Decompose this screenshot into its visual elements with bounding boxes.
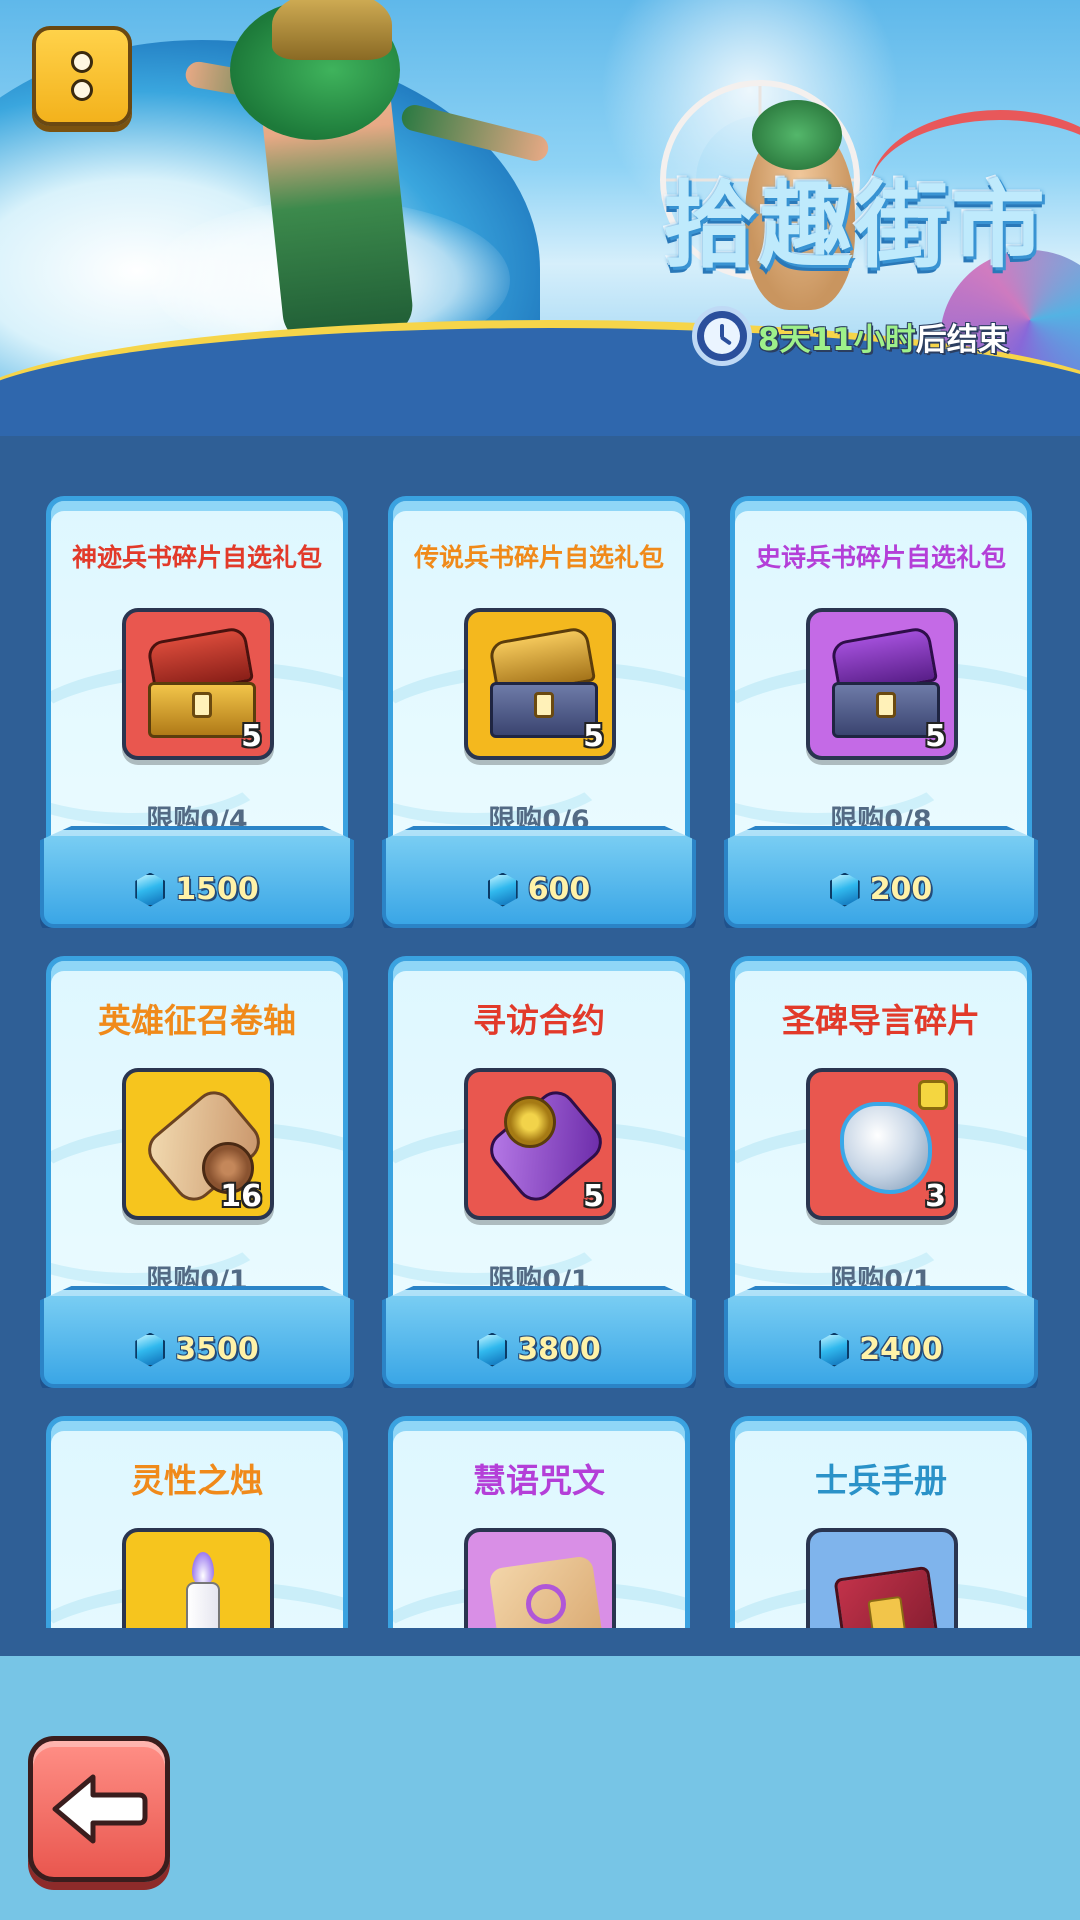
price-display[interactable]: 200 <box>724 872 1038 907</box>
item-name: 圣碑导言碎片 <box>782 1001 980 1040</box>
candle-flame <box>192 1552 214 1586</box>
chest-lock <box>534 692 554 718</box>
diamond-gem-icon <box>135 1332 166 1367</box>
price-display[interactable]: 3800 <box>382 1332 696 1367</box>
item-name: 寻访合约 <box>473 1001 605 1040</box>
diamond-gem-icon <box>487 872 518 907</box>
diamond-gem-icon <box>819 1332 850 1367</box>
item-quantity: 5 <box>583 1179 604 1214</box>
contract-seal <box>504 1096 556 1148</box>
item-name: 英雄征召卷轴 <box>98 1001 296 1040</box>
price-display[interactable]: 1500 <box>40 872 354 907</box>
event-banner: 拾趣街市 8天11小时后结束 <box>0 0 1080 440</box>
shop-item-card[interactable]: 传说兵书碎片自选礼包 5 限购0/6 600 <box>382 496 696 928</box>
manual-book-icon <box>806 1528 958 1628</box>
shop-item-card[interactable]: 寻访合约 5 限购0/1 3800 <box>382 956 696 1388</box>
item-price: 3800 <box>517 1332 601 1367</box>
item-price: 200 <box>869 872 933 907</box>
shop-grid[interactable]: 神迹兵书碎片自选礼包 5 限购0/4 1500 传说兵书碎片自选礼包 5 限购0… <box>0 436 1080 1628</box>
item-name: 慧语咒文 <box>473 1461 605 1500</box>
puzzle-piece-icon <box>918 1080 948 1110</box>
menu-dots-icon <box>71 51 93 73</box>
shop-item-card[interactable]: 神迹兵书碎片自选礼包 5 限购0/4 1500 <box>40 496 354 928</box>
hero-helmet <box>272 0 392 60</box>
item-name: 灵性之烛 <box>131 1461 263 1500</box>
spell-rune <box>526 1584 566 1624</box>
item-price: 600 <box>527 872 591 907</box>
chest-lock <box>876 692 896 718</box>
price-display[interactable]: 3500 <box>40 1332 354 1367</box>
rune-stone-icon: 3 <box>806 1068 958 1220</box>
timer-text: 8天11小时后结束 <box>758 314 1009 359</box>
item-price: 3500 <box>175 1332 259 1367</box>
contract-scroll-icon: 5 <box>464 1068 616 1220</box>
gold-chest-icon: 5 <box>464 608 616 760</box>
item-quantity: 5 <box>583 719 604 754</box>
item-price: 1500 <box>175 872 259 907</box>
chest-lock <box>192 692 212 718</box>
shop-item-card[interactable]: 灵性之烛 <box>40 1416 354 1628</box>
diamond-gem-icon <box>135 872 166 907</box>
diamond-gem-icon <box>477 1332 508 1367</box>
menu-button[interactable] <box>32 26 132 126</box>
candle-stick <box>186 1582 220 1628</box>
clock-icon <box>692 306 752 366</box>
item-name: 神迹兵书碎片自选礼包 <box>71 543 322 572</box>
shop-item-card[interactable]: 英雄征召卷轴 16 限购0/1 3500 <box>40 956 354 1388</box>
rune-stone <box>840 1102 932 1194</box>
red-chest-icon: 5 <box>122 608 274 760</box>
timer-suffix: 后结束 <box>915 321 1009 358</box>
item-price: 2400 <box>859 1332 943 1367</box>
diamond-gem-icon <box>829 872 860 907</box>
purple-chest-icon: 5 <box>806 608 958 760</box>
item-quantity: 5 <box>241 719 262 754</box>
scroll-icon: 16 <box>122 1068 274 1220</box>
event-title: 拾趣街市 <box>662 172 1047 281</box>
shop-item-card[interactable]: 士兵手册 <box>724 1416 1038 1628</box>
arrow-left-icon <box>52 1774 148 1844</box>
shop-item-card[interactable]: 史诗兵书碎片自选礼包 5 限购0/8 200 <box>724 496 1038 928</box>
candle-icon <box>122 1528 274 1628</box>
book-emblem <box>867 1595 907 1628</box>
price-display[interactable]: 2400 <box>724 1332 1038 1367</box>
item-name: 传说兵书碎片自选礼包 <box>413 543 664 572</box>
shop-panel: 神迹兵书碎片自选礼包 5 限购0/4 1500 传说兵书碎片自选礼包 5 限购0… <box>0 436 1080 1656</box>
price-display[interactable]: 600 <box>382 872 696 907</box>
shop-item-card[interactable]: 圣碑导言碎片 3 限购0/1 2400 <box>724 956 1038 1388</box>
item-quantity: 16 <box>220 1179 262 1214</box>
item-name: 史诗兵书碎片自选礼包 <box>755 543 1006 572</box>
event-timer: 8天11小时后结束 <box>692 306 1009 366</box>
timer-remaining: 8天11小时 <box>758 321 916 358</box>
shop-item-card[interactable]: 慧语咒文 <box>382 1416 696 1628</box>
menu-dot <box>71 79 93 101</box>
spell-scroll-icon <box>464 1528 616 1628</box>
item-quantity: 5 <box>925 719 946 754</box>
item-quantity: 3 <box>925 1179 946 1214</box>
back-button[interactable] <box>28 1736 170 1882</box>
item-name: 士兵手册 <box>815 1461 947 1500</box>
